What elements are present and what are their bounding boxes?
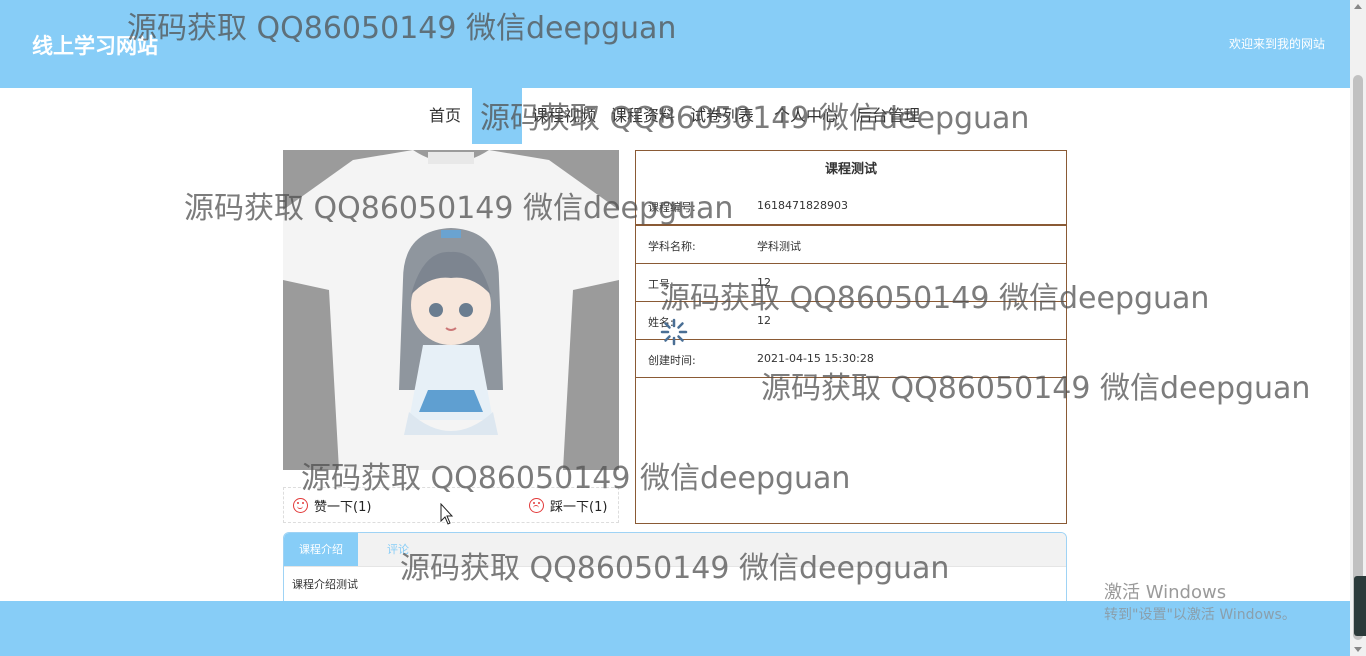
nav-item-home[interactable]: 首页 bbox=[429, 88, 461, 144]
smile-icon bbox=[293, 498, 308, 513]
watermark: 源码获取 QQ86050149 微信deepguan bbox=[400, 551, 950, 586]
mouse-pointer-icon bbox=[440, 503, 454, 525]
like-label: 赞一下(1) bbox=[314, 500, 372, 515]
tab-course-intro[interactable]: 课程介绍 bbox=[284, 533, 358, 566]
watermark: 源码获取 QQ86050149 微信deepguan bbox=[301, 461, 851, 496]
scroll-thumb[interactable] bbox=[1353, 75, 1363, 640]
dislike-button[interactable]: 踩一下(1) bbox=[529, 496, 607, 515]
course-title: 课程测试 bbox=[824, 162, 877, 177]
watermark: 源码获取 QQ86050149 微信deepguan bbox=[184, 191, 734, 226]
scroll-up-icon[interactable] bbox=[1354, 4, 1362, 9]
info-label: 创建时间: bbox=[648, 354, 696, 367]
page-scrollbar[interactable] bbox=[1350, 0, 1366, 656]
watermark: 源码获取 QQ86050149 微信deepguan bbox=[127, 11, 677, 46]
welcome-text: 欢迎来到我的网站 bbox=[1228, 37, 1325, 51]
watermark: 源码获取 QQ86050149 微信deepguan bbox=[480, 101, 1030, 136]
info-value: 学科测试 bbox=[757, 240, 801, 253]
info-label: 学科名称: bbox=[648, 240, 696, 253]
info-row: 学科名称: 学科测试 bbox=[636, 225, 1066, 264]
dislike-label: 踩一下(1) bbox=[550, 500, 608, 515]
activate-windows-title: 激活 Windows bbox=[1104, 582, 1227, 603]
system-widget bbox=[1354, 576, 1366, 636]
watermark: 源码获取 QQ86050149 微信deepguan bbox=[660, 281, 1210, 316]
spinner-icon bbox=[660, 318, 688, 346]
frown-icon bbox=[529, 498, 544, 513]
like-button[interactable]: 赞一下(1) bbox=[293, 496, 371, 515]
scroll-down-icon[interactable] bbox=[1354, 647, 1362, 652]
activate-windows-hint: 转到"设置"以激活 Windows。 bbox=[1104, 607, 1296, 623]
watermark: 源码获取 QQ86050149 微信deepguan bbox=[761, 371, 1311, 406]
info-value: 1618471828903 bbox=[757, 199, 848, 212]
